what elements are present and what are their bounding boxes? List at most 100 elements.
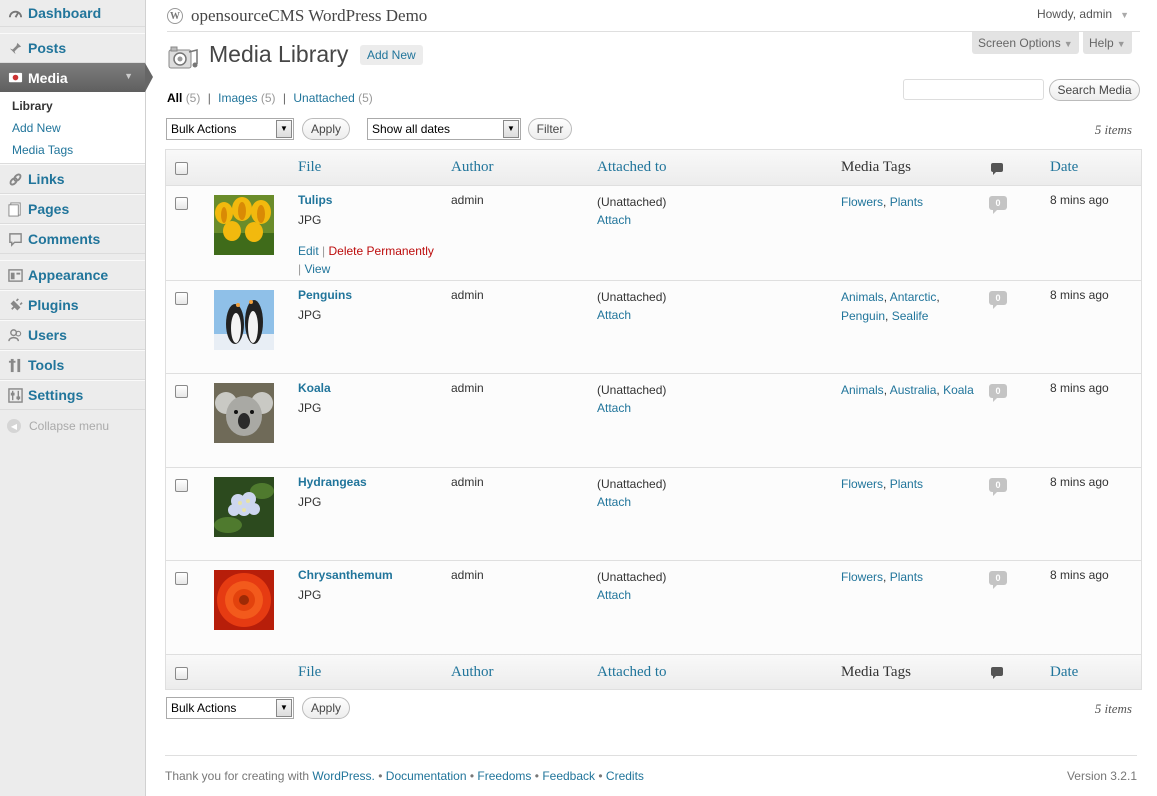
search-media-button[interactable]: Search Media: [1049, 79, 1140, 101]
edit-link[interactable]: Edit: [298, 244, 319, 258]
submenu-media-tags[interactable]: Media Tags: [0, 139, 145, 161]
footer-documentation-link[interactable]: Documentation: [386, 769, 467, 783]
attach-link[interactable]: Attach: [597, 495, 631, 509]
row-checkbox[interactable]: [175, 197, 188, 210]
filter-images[interactable]: Images: [218, 91, 257, 105]
delete-permanently-link[interactable]: Delete Permanently: [329, 244, 434, 258]
footer-divider: [165, 755, 1137, 756]
menu-comments[interactable]: Comments: [0, 224, 145, 254]
attach-link[interactable]: Attach: [597, 401, 631, 415]
media-tags-cell: Animals, Australia, Koala: [841, 383, 974, 397]
media-tag-link[interactable]: Plants: [890, 195, 923, 209]
bulk-actions-select-bottom[interactable]: Bulk Actions ▼: [166, 697, 294, 719]
comment-count-badge[interactable]: 0: [989, 384, 1007, 402]
column-attached[interactable]: Attached to: [597, 664, 667, 681]
media-tag-link[interactable]: Plants: [890, 570, 923, 584]
select-all-checkbox[interactable]: [175, 666, 188, 680]
menu-media[interactable]: Media ▼: [0, 63, 153, 92]
media-tags-cell: Flowers, Plants: [841, 195, 924, 209]
row-checkbox[interactable]: [175, 572, 188, 585]
menu-settings[interactable]: Settings: [0, 380, 145, 410]
chevron-down-icon[interactable]: ▼: [124, 71, 133, 81]
menu-appearance[interactable]: Appearance: [0, 260, 145, 290]
howdy-menu[interactable]: Howdy, admin ▼: [1037, 7, 1129, 21]
footer-credits-link[interactable]: Credits: [606, 769, 644, 783]
menu-plugins[interactable]: Plugins: [0, 290, 145, 320]
search-input[interactable]: [903, 79, 1044, 100]
collapse-menu[interactable]: ◀ Collapse menu: [0, 410, 145, 442]
site-title-text: opensourceCMS WordPress Demo: [191, 6, 428, 25]
column-file[interactable]: File: [298, 159, 321, 176]
menu-dashboard[interactable]: Dashboard: [0, 0, 145, 27]
media-tag-link[interactable]: Sealife: [892, 309, 929, 323]
media-title-link[interactable]: Penguins: [298, 288, 352, 302]
footer-bullet: •: [378, 769, 383, 783]
media-tag-link[interactable]: Flowers: [841, 195, 883, 209]
add-new-button[interactable]: Add New: [360, 45, 423, 65]
column-author[interactable]: Author: [451, 664, 494, 681]
media-thumbnail[interactable]: [214, 195, 274, 255]
comment-count-badge[interactable]: 0: [989, 196, 1007, 214]
row-checkbox[interactable]: [175, 478, 188, 492]
media-title-link[interactable]: Chrysanthemum: [298, 568, 393, 582]
comment-count-badge[interactable]: 0: [989, 290, 1007, 309]
attach-link[interactable]: Attach: [597, 588, 631, 602]
media-title-link[interactable]: Tulips: [298, 193, 332, 207]
media-tag-link[interactable]: Antarctic: [890, 290, 937, 304]
menu-links[interactable]: Links: [0, 164, 145, 194]
menu-users[interactable]: Users: [0, 320, 145, 350]
column-date[interactable]: Date: [1050, 159, 1078, 176]
media-thumbnail[interactable]: [214, 289, 274, 350]
footer-wordpress-link[interactable]: WordPress.: [312, 769, 374, 783]
menu-tools[interactable]: Tools: [0, 350, 145, 380]
media-thumbnail[interactable]: [214, 570, 274, 630]
comment-count-badge[interactable]: 0: [989, 477, 1007, 496]
comment-bubble-icon: [991, 666, 1003, 679]
screen-options-button[interactable]: Screen Options ▼: [972, 32, 1079, 54]
media-file-type: JPG: [298, 494, 322, 509]
column-author[interactable]: Author: [451, 159, 494, 176]
column-file[interactable]: File: [298, 664, 321, 681]
media-thumbnail[interactable]: [214, 383, 274, 443]
media-tag-link[interactable]: Koala: [943, 383, 974, 397]
submenu-library[interactable]: Library: [0, 95, 145, 117]
bulk-actions-select[interactable]: Bulk Actions ▼: [166, 118, 294, 140]
attach-link[interactable]: Attach: [597, 308, 631, 322]
select-all-checkbox[interactable]: [175, 162, 188, 175]
media-tag-link[interactable]: Animals: [841, 383, 884, 397]
column-attached[interactable]: Attached to: [597, 159, 667, 176]
menu-pages[interactable]: Pages: [0, 194, 145, 224]
attach-link[interactable]: Attach: [597, 213, 631, 227]
media-thumbnail[interactable]: [214, 476, 274, 537]
media-tag-link[interactable]: Animals: [841, 290, 884, 304]
collapse-arrow-icon: ◀: [7, 419, 21, 433]
media-title-link[interactable]: Hydrangeas: [298, 475, 367, 489]
media-tag-link[interactable]: Flowers: [841, 477, 883, 491]
apply-button[interactable]: Apply: [302, 118, 350, 140]
column-date[interactable]: Date: [1050, 664, 1078, 681]
media-tag-link[interactable]: Penguin: [841, 309, 885, 323]
wordpress-logo-icon: W: [167, 8, 183, 24]
row-checkbox[interactable]: [175, 291, 188, 305]
row-checkbox[interactable]: [175, 385, 188, 398]
items-count-bottom: 5 items: [1094, 701, 1132, 716]
media-tag-link[interactable]: Plants: [890, 477, 923, 491]
filter-button[interactable]: Filter: [528, 118, 572, 140]
view-link[interactable]: View: [304, 262, 330, 276]
submenu-add-new[interactable]: Add New: [0, 117, 145, 139]
footer-freedoms-link[interactable]: Freedoms: [477, 769, 531, 783]
media-title-link[interactable]: Koala: [298, 381, 331, 395]
dates-select[interactable]: Show all dates ▼: [367, 118, 521, 140]
filter-unattached[interactable]: Unattached: [293, 91, 354, 105]
chevron-down-icon: ▼: [1116, 39, 1126, 49]
media-tag-link[interactable]: Flowers: [841, 570, 883, 584]
menu-posts[interactable]: Posts: [0, 33, 145, 63]
footer-bullet: •: [534, 769, 539, 783]
apply-button-bottom[interactable]: Apply: [302, 697, 350, 719]
comment-count-badge[interactable]: 0: [989, 571, 1007, 589]
site-title[interactable]: W opensourceCMS WordPress Demo: [167, 6, 427, 26]
filter-all[interactable]: All: [167, 91, 182, 105]
media-tag-link[interactable]: Australia: [890, 383, 937, 397]
help-button[interactable]: Help ▼: [1083, 32, 1132, 54]
footer-feedback-link[interactable]: Feedback: [542, 769, 595, 783]
